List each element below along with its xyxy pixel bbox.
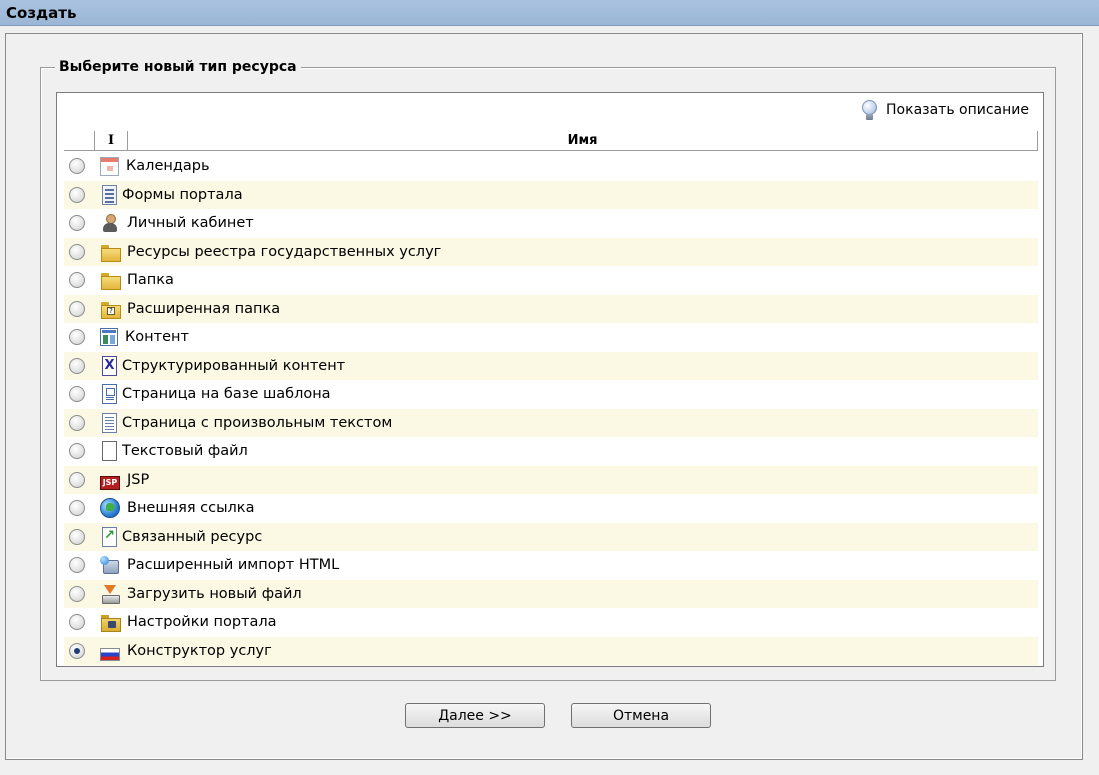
table-row[interactable]: Расширенный импорт HTML [64, 551, 1038, 580]
user-icon [100, 213, 120, 233]
table-row[interactable]: Формы портала [64, 180, 1038, 209]
show-description-label: Показать описание [886, 102, 1029, 118]
resource-radio[interactable] [69, 528, 85, 545]
resource-label: Формы портала [122, 186, 243, 203]
table-row[interactable]: Ресурсы реестра государственных услуг [64, 237, 1038, 266]
xml-icon: X [102, 355, 117, 376]
resource-radio[interactable] [69, 614, 85, 631]
resource-radio[interactable] [69, 186, 85, 203]
folder-icon [100, 242, 121, 262]
table-row[interactable]: Загрузить новый файл [64, 579, 1038, 608]
table-row[interactable]: Настройки портала [64, 608, 1038, 637]
file-icon [102, 441, 117, 462]
resource-radio[interactable] [69, 329, 85, 346]
header-select-column [64, 131, 94, 150]
resource-label: Текстовый файл [122, 443, 248, 460]
resource-radio[interactable] [69, 557, 85, 574]
resource-type-panel: Показать описание I Имя Календарь Формы … [56, 92, 1044, 667]
table-row[interactable]: Страница с произвольным текстом [64, 408, 1038, 437]
header-name-column[interactable]: Имя [128, 131, 1038, 150]
calendar-icon [100, 156, 119, 176]
table-row[interactable]: Личный кабинет [64, 209, 1038, 238]
resource-label: JSP [127, 471, 150, 488]
jsp-icon: JSP [100, 475, 120, 490]
table-row[interactable]: Календарь [64, 152, 1038, 181]
resource-radio[interactable] [69, 243, 85, 260]
resource-radio[interactable] [69, 300, 85, 317]
resource-label: Страница на базе шаблона [122, 386, 331, 403]
resource-radio[interactable] [69, 414, 85, 431]
template-page-icon [102, 384, 117, 405]
dialog: Выберите новый тип ресурса Показать опис… [5, 33, 1083, 760]
table-row[interactable]: Текстовый файл [64, 437, 1038, 466]
upload-icon [100, 584, 120, 604]
link-icon [102, 526, 117, 547]
table-row[interactable]: JSP JSP [64, 465, 1038, 494]
resource-radio[interactable] [69, 272, 85, 289]
next-button[interactable]: Далее >> [405, 703, 545, 728]
resource-label: Расширенный импорт HTML [127, 557, 340, 574]
table-row[interactable]: X Структурированный контент [64, 351, 1038, 380]
table-row[interactable]: Папка [64, 266, 1038, 295]
table-row[interactable]: Связанный ресурс [64, 522, 1038, 551]
resource-radio[interactable] [69, 471, 85, 488]
resource-label: Связанный ресурс [122, 528, 263, 545]
resource-radio-selected[interactable] [69, 642, 85, 659]
resource-radio[interactable] [69, 215, 85, 232]
resource-label: Страница с произвольным текстом [122, 414, 393, 431]
window-title: Создать [0, 0, 1099, 26]
table-row[interactable]: Контент [64, 323, 1038, 352]
table-row[interactable]: ? Расширенная папка [64, 294, 1038, 323]
resource-radio[interactable] [69, 443, 85, 460]
resource-label: Внешняя ссылка [127, 500, 255, 517]
resource-type-group: Выберите новый тип ресурса Показать опис… [40, 59, 1056, 681]
table-header: I Имя [64, 131, 1038, 151]
globe-icon [100, 498, 120, 519]
resource-radio[interactable] [69, 386, 85, 403]
resource-radio[interactable] [69, 357, 85, 374]
cancel-button[interactable]: Отмена [571, 703, 711, 728]
resource-label: Календарь [126, 158, 210, 175]
extended-folder-icon: ? [100, 299, 121, 319]
resource-label: Папка [127, 272, 174, 289]
dialog-buttons: Далее >> Отмена [6, 703, 1082, 728]
import-icon [100, 555, 120, 575]
text-page-icon [102, 412, 117, 433]
resource-type-list: Календарь Формы портала Личный кабинет Р… [64, 152, 1038, 665]
settings-folder-icon [100, 612, 121, 633]
resource-label: Расширенная папка [127, 300, 281, 317]
flag-icon [100, 648, 120, 662]
resource-radio[interactable] [69, 585, 85, 602]
resource-radio[interactable] [69, 158, 85, 175]
resource-label: Настройки портала [127, 614, 277, 631]
resource-label: Структурированный контент [122, 357, 346, 374]
header-type-column[interactable]: I [94, 131, 128, 150]
table-row[interactable]: Страница на базе шаблона [64, 380, 1038, 409]
resource-label: Контент [125, 329, 189, 346]
resource-label: Личный кабинет [127, 215, 254, 232]
group-legend: Выберите новый тип ресурса [55, 59, 301, 75]
resource-radio[interactable] [69, 500, 85, 517]
folder-icon [100, 270, 121, 291]
show-description-button[interactable]: Показать описание [861, 99, 1029, 121]
resource-label: Конструктор услуг [127, 642, 272, 659]
content-icon [100, 328, 118, 347]
lightbulb-icon [861, 99, 878, 121]
table-row[interactable]: Конструктор услуг [64, 636, 1038, 665]
table-row[interactable]: Внешняя ссылка [64, 494, 1038, 523]
resource-label: Загрузить новый файл [127, 585, 302, 602]
resource-label: Ресурсы реестра государственных услуг [127, 243, 442, 260]
forms-icon [102, 184, 117, 205]
